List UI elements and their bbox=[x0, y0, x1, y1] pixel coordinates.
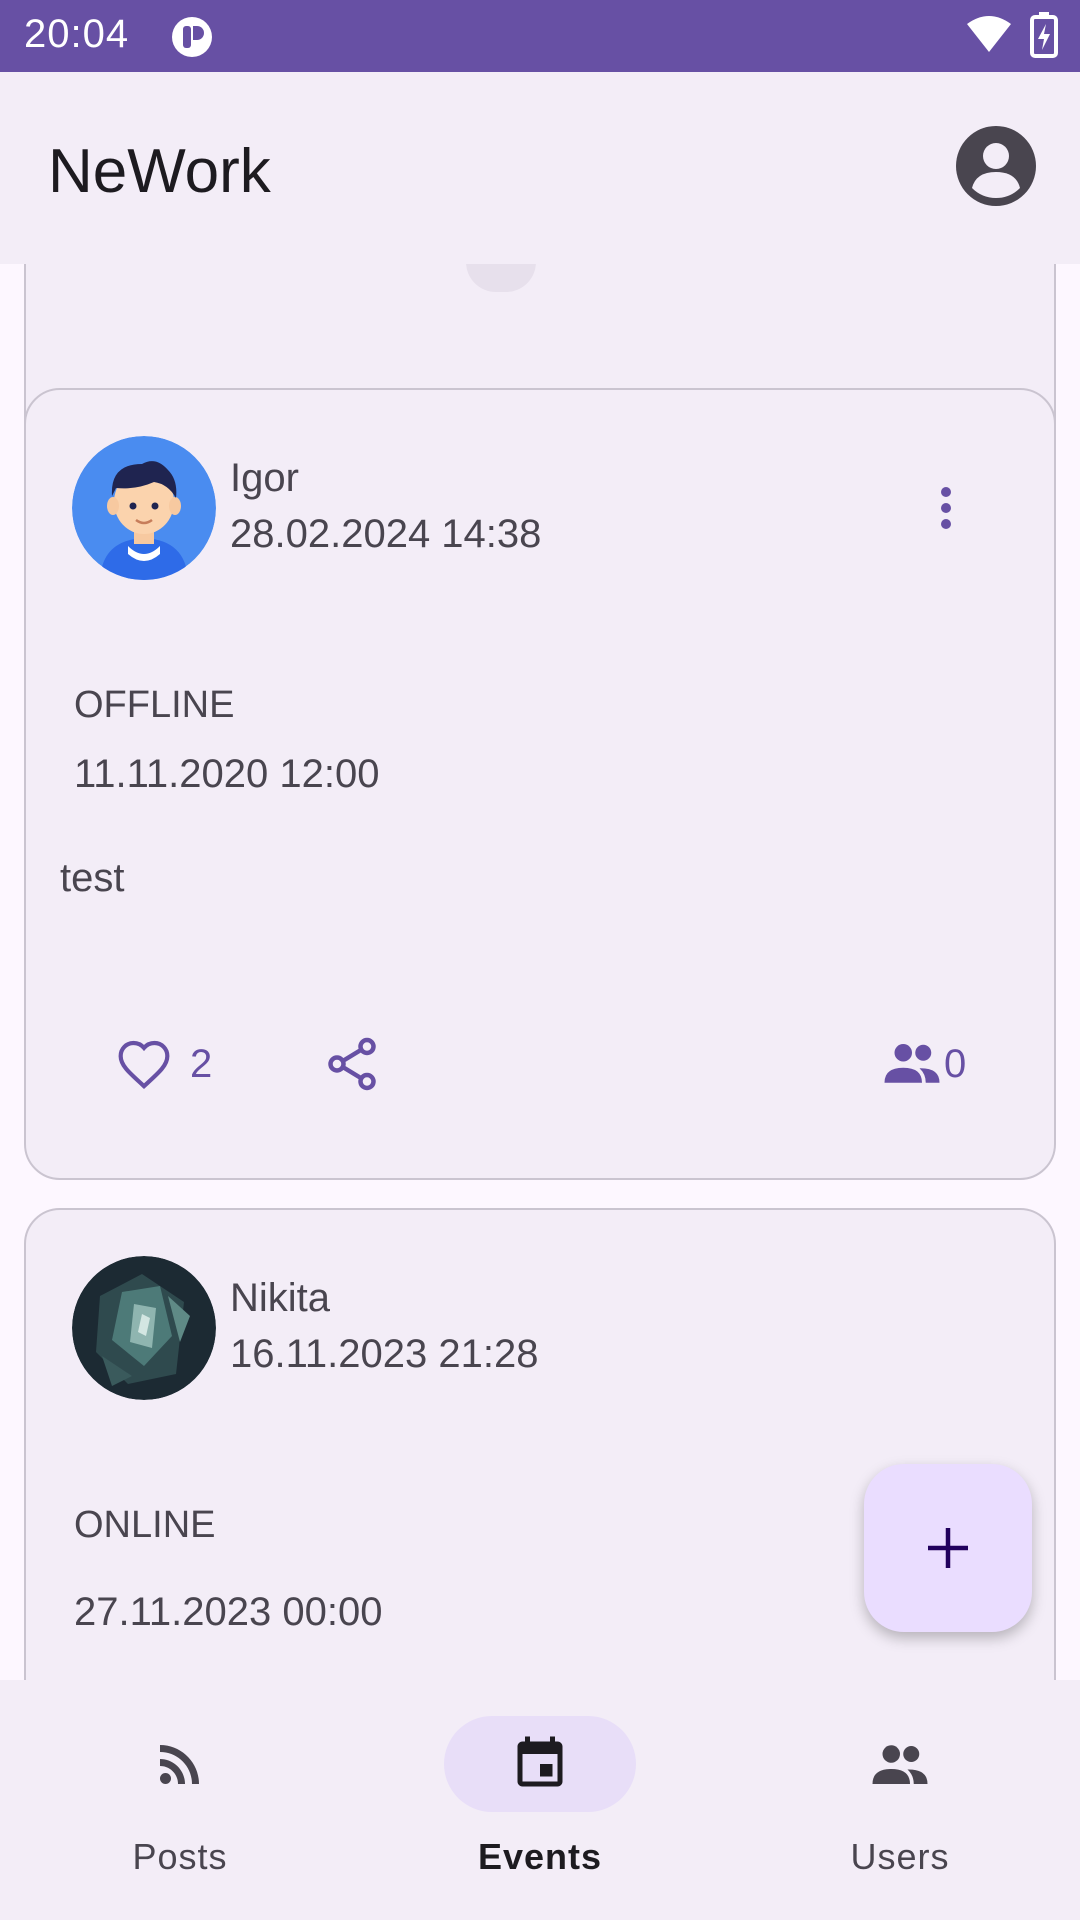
nav-label-events: Events bbox=[477, 1836, 603, 1877]
heart-outline-icon bbox=[118, 1040, 170, 1090]
participants-count: 0 bbox=[944, 1041, 967, 1086]
plus-icon bbox=[928, 1528, 968, 1568]
like-count: 2 bbox=[190, 1041, 213, 1086]
more-vert-icon bbox=[941, 487, 951, 529]
app-notification-icon bbox=[172, 17, 212, 57]
avatar-boy-image bbox=[72, 436, 216, 580]
event-card-previous-fragment bbox=[466, 264, 536, 292]
account-circle-icon[interactable] bbox=[954, 124, 1038, 208]
published-date: 16.11.2023 21:28 bbox=[230, 1332, 539, 1376]
battery-charging-icon bbox=[1030, 12, 1058, 58]
add-event-fab[interactable] bbox=[864, 1464, 1032, 1632]
like-button[interactable]: 2 bbox=[116, 1034, 212, 1094]
avatar-crystal-image bbox=[72, 1256, 216, 1400]
app-title: NeWork bbox=[48, 137, 271, 206]
avatar[interactable] bbox=[72, 436, 216, 580]
bottom-navigation: Posts Events Users bbox=[0, 1680, 1080, 1920]
share-icon[interactable] bbox=[322, 1034, 382, 1094]
event-datetime: 27.11.2023 00:00 bbox=[74, 1590, 383, 1634]
event-card[interactable]: Igor 28.02.2024 14:38 OFFLINE 11.11.2020… bbox=[24, 388, 1056, 1180]
author-name: Igor bbox=[230, 456, 299, 500]
participants-button[interactable]: 0 bbox=[882, 1034, 966, 1094]
nav-item-events[interactable]: Events bbox=[360, 1680, 720, 1920]
author-name: Nikita bbox=[230, 1276, 331, 1320]
status-bar: 20:04 bbox=[0, 0, 1080, 72]
avatar[interactable] bbox=[72, 1256, 216, 1400]
people-icon bbox=[884, 1044, 940, 1083]
nav-item-users[interactable]: Users bbox=[720, 1680, 1080, 1920]
event-calendar-icon bbox=[517, 1736, 563, 1787]
nav-label-posts: Posts bbox=[132, 1836, 228, 1877]
more-options-button[interactable] bbox=[916, 468, 976, 548]
event-datetime: 11.11.2020 12:00 bbox=[74, 752, 380, 796]
event-content: test bbox=[60, 856, 125, 900]
top-app-bar: NeWork bbox=[0, 72, 1080, 264]
people-icon bbox=[872, 1745, 928, 1784]
nav-item-posts[interactable]: Posts bbox=[0, 1680, 360, 1920]
status-time: 20:04 bbox=[24, 12, 130, 56]
published-date: 28.02.2024 14:38 bbox=[230, 512, 542, 556]
wifi-icon bbox=[967, 16, 1011, 52]
nav-label-users: Users bbox=[850, 1836, 950, 1877]
event-type: ONLINE bbox=[74, 1504, 216, 1546]
event-type: OFFLINE bbox=[74, 684, 235, 726]
rss-feed-icon bbox=[160, 1745, 199, 1784]
